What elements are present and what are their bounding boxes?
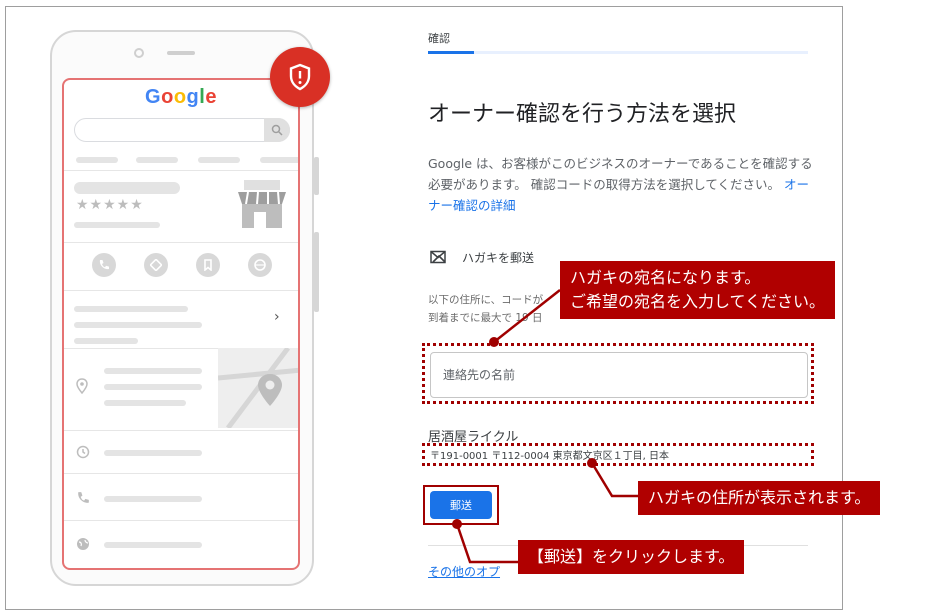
callout-line: ハガキの宛名になります。 xyxy=(570,268,761,287)
callout-send: 【郵送】をクリックします。 xyxy=(518,540,745,574)
callout-line: ご希望の宛名を入力してください。 xyxy=(570,292,826,311)
highlight-address xyxy=(422,443,814,466)
callout-address: ハガキの住所が表示されます。 xyxy=(638,481,881,515)
annotation-dot xyxy=(452,519,462,529)
annotation-dot xyxy=(587,458,597,468)
callout-name-field: ハガキの宛名になります。 ご希望の宛名を入力してください。 xyxy=(560,261,836,319)
annotation-dot xyxy=(489,337,499,347)
highlight-send-button xyxy=(423,485,499,525)
highlight-name-input xyxy=(422,343,814,404)
callout-line: ハガキの住所が表示されます。 xyxy=(648,488,871,507)
callout-line: 【郵送】をクリックします。 xyxy=(528,547,735,566)
